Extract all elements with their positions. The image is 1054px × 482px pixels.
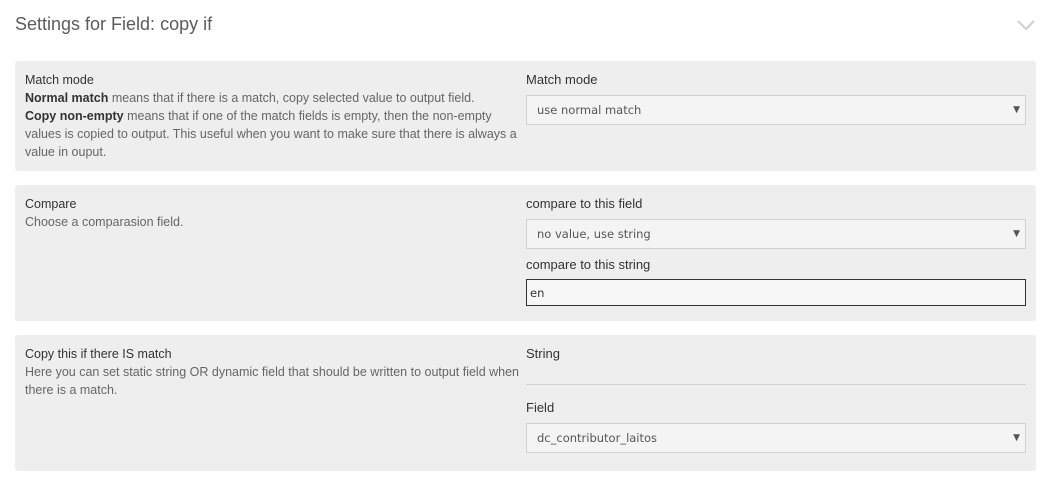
divider [526,384,1026,385]
match-mode-panel: Match mode Normal match means that if th… [15,61,1036,171]
copy-match-info: Copy this if there IS match Here you can… [25,345,523,399]
compare-title: Compare [25,197,77,211]
match-mode-title: Match mode [25,73,94,87]
copy-field-select[interactable]: dc_contributor_laitos ▼ [526,423,1026,453]
match-mode-controls: Match mode use normal match ▼ [526,71,1026,125]
compare-string-label: compare to this string [526,257,651,272]
match-mode-select[interactable]: use normal match ▼ [526,95,1026,125]
copy-match-title: Copy this if there IS match [25,347,172,361]
match-mode-info: Match mode Normal match means that if th… [25,71,523,161]
dropdown-arrow-icon: ▼ [1013,229,1020,239]
compare-field-label: compare to this field [526,196,643,211]
compare-controls: compare to this field no value, use stri… [526,195,1026,306]
copy-field-select-value: dc_contributor_laitos [537,431,658,445]
compare-info: Compare Choose a comparasion field. [25,195,523,231]
copy-string-label: String [526,346,560,361]
compare-description: Choose a comparasion field. [25,215,184,229]
chevron-down-icon[interactable] [1016,18,1036,32]
normal-match-term: Normal match [25,91,109,105]
compare-field-select-value: no value, use string [537,227,651,241]
page-title: Settings for Field: copy if [15,14,213,34]
compare-string-input[interactable] [526,279,1026,306]
dropdown-arrow-icon: ▼ [1013,105,1020,115]
compare-field-select[interactable]: no value, use string ▼ [526,219,1026,249]
copy-non-empty-term: Copy non-empty [25,109,124,123]
dropdown-arrow-icon: ▼ [1013,433,1020,443]
copy-match-panel: Copy this if there IS match Here you can… [15,335,1036,471]
match-mode-select-value: use normal match [537,103,642,117]
match-mode-label: Match mode [526,72,598,87]
match-mode-description: Normal match means that if there is a ma… [25,89,523,161]
compare-panel: Compare Choose a comparasion field. comp… [15,185,1036,321]
copy-match-description: Here you can set static string OR dynami… [25,365,520,397]
settings-header: Settings for Field: copy if [15,12,1036,40]
copy-field-label: Field [526,400,555,415]
copy-string-field[interactable] [526,363,1026,384]
normal-match-text: means that if there is a match, copy sel… [108,91,475,105]
copy-match-controls: String Field dc_contributor_laitos ▼ [526,345,1026,453]
